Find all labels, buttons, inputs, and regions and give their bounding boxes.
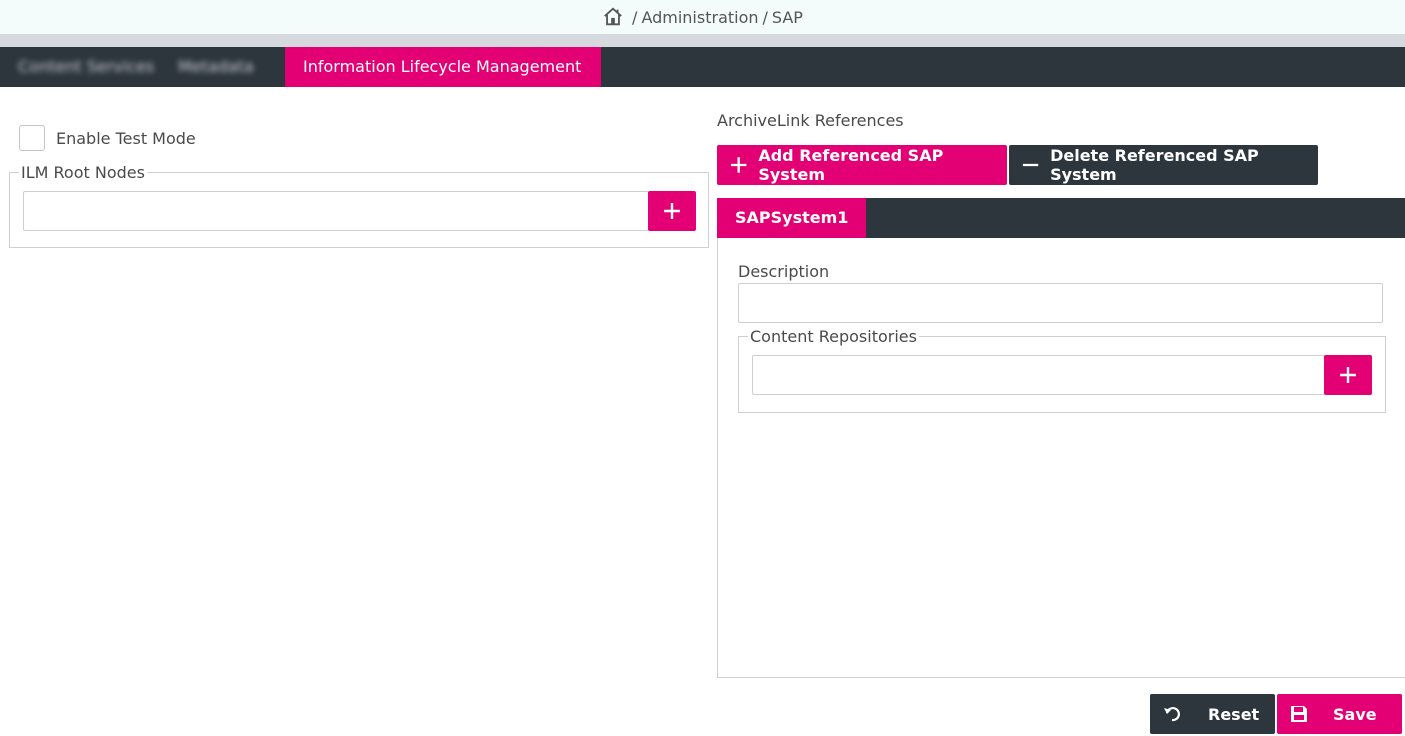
plus-icon	[730, 157, 747, 173]
delete-referenced-sap-system-button[interactable]: Delete Referenced SAP System	[1009, 145, 1318, 185]
delete-referenced-sap-system-label: Delete Referenced SAP System	[1050, 146, 1259, 184]
content-repositories-input[interactable]	[752, 355, 1325, 395]
breadcrumb-separator: /	[762, 7, 768, 27]
archivelink-references-title: ArchiveLink References	[717, 111, 904, 130]
add-referenced-sap-system-button[interactable]: Add Referenced SAP System	[717, 145, 1007, 185]
minus-icon	[1022, 163, 1039, 167]
save-button[interactable]: Save	[1277, 694, 1402, 734]
tab-content-services[interactable]: Content Services	[0, 47, 172, 87]
add-referenced-sap-system-label: Add Referenced SAP System	[758, 146, 944, 184]
ilm-root-nodes-legend: ILM Root Nodes	[21, 163, 145, 182]
add-ilm-root-node-button[interactable]	[648, 191, 696, 231]
home-icon[interactable]	[602, 6, 624, 28]
content-repositories-legend: Content Repositories	[750, 327, 917, 346]
plus-icon	[1340, 367, 1356, 383]
add-content-repository-button[interactable]	[1324, 355, 1372, 395]
description-input[interactable]	[738, 283, 1383, 323]
undo-icon	[1164, 706, 1180, 722]
save-label: Save	[1333, 704, 1377, 724]
breadcrumb-item-sap: SAP	[771, 7, 803, 27]
plus-icon	[664, 203, 680, 219]
breadcrumb-item-administration[interactable]: Administration	[641, 8, 758, 27]
tab-metadata[interactable]: Metadata	[160, 47, 272, 87]
tab-sapsystem1[interactable]: SAPSystem1	[717, 198, 867, 238]
sap-system-tab-bar: SAPSystem1	[717, 198, 1405, 238]
main-tab-bar: Content Services Metadata Information Li…	[0, 47, 1405, 87]
enable-test-mode-label: Enable Test Mode	[56, 129, 196, 148]
ilm-root-nodes-input[interactable]	[23, 191, 649, 231]
tab-information-lifecycle-management[interactable]: Information Lifecycle Management	[285, 47, 601, 87]
header-divider	[0, 34, 1405, 47]
enable-test-mode-checkbox[interactable]	[19, 125, 45, 151]
save-icon	[1291, 706, 1307, 722]
breadcrumb: / Administration / SAP	[0, 0, 1405, 34]
description-label: Description	[738, 262, 830, 281]
reset-button[interactable]: Reset	[1150, 694, 1275, 734]
reset-label: Reset	[1208, 704, 1260, 724]
breadcrumb-separator: /	[632, 7, 638, 27]
